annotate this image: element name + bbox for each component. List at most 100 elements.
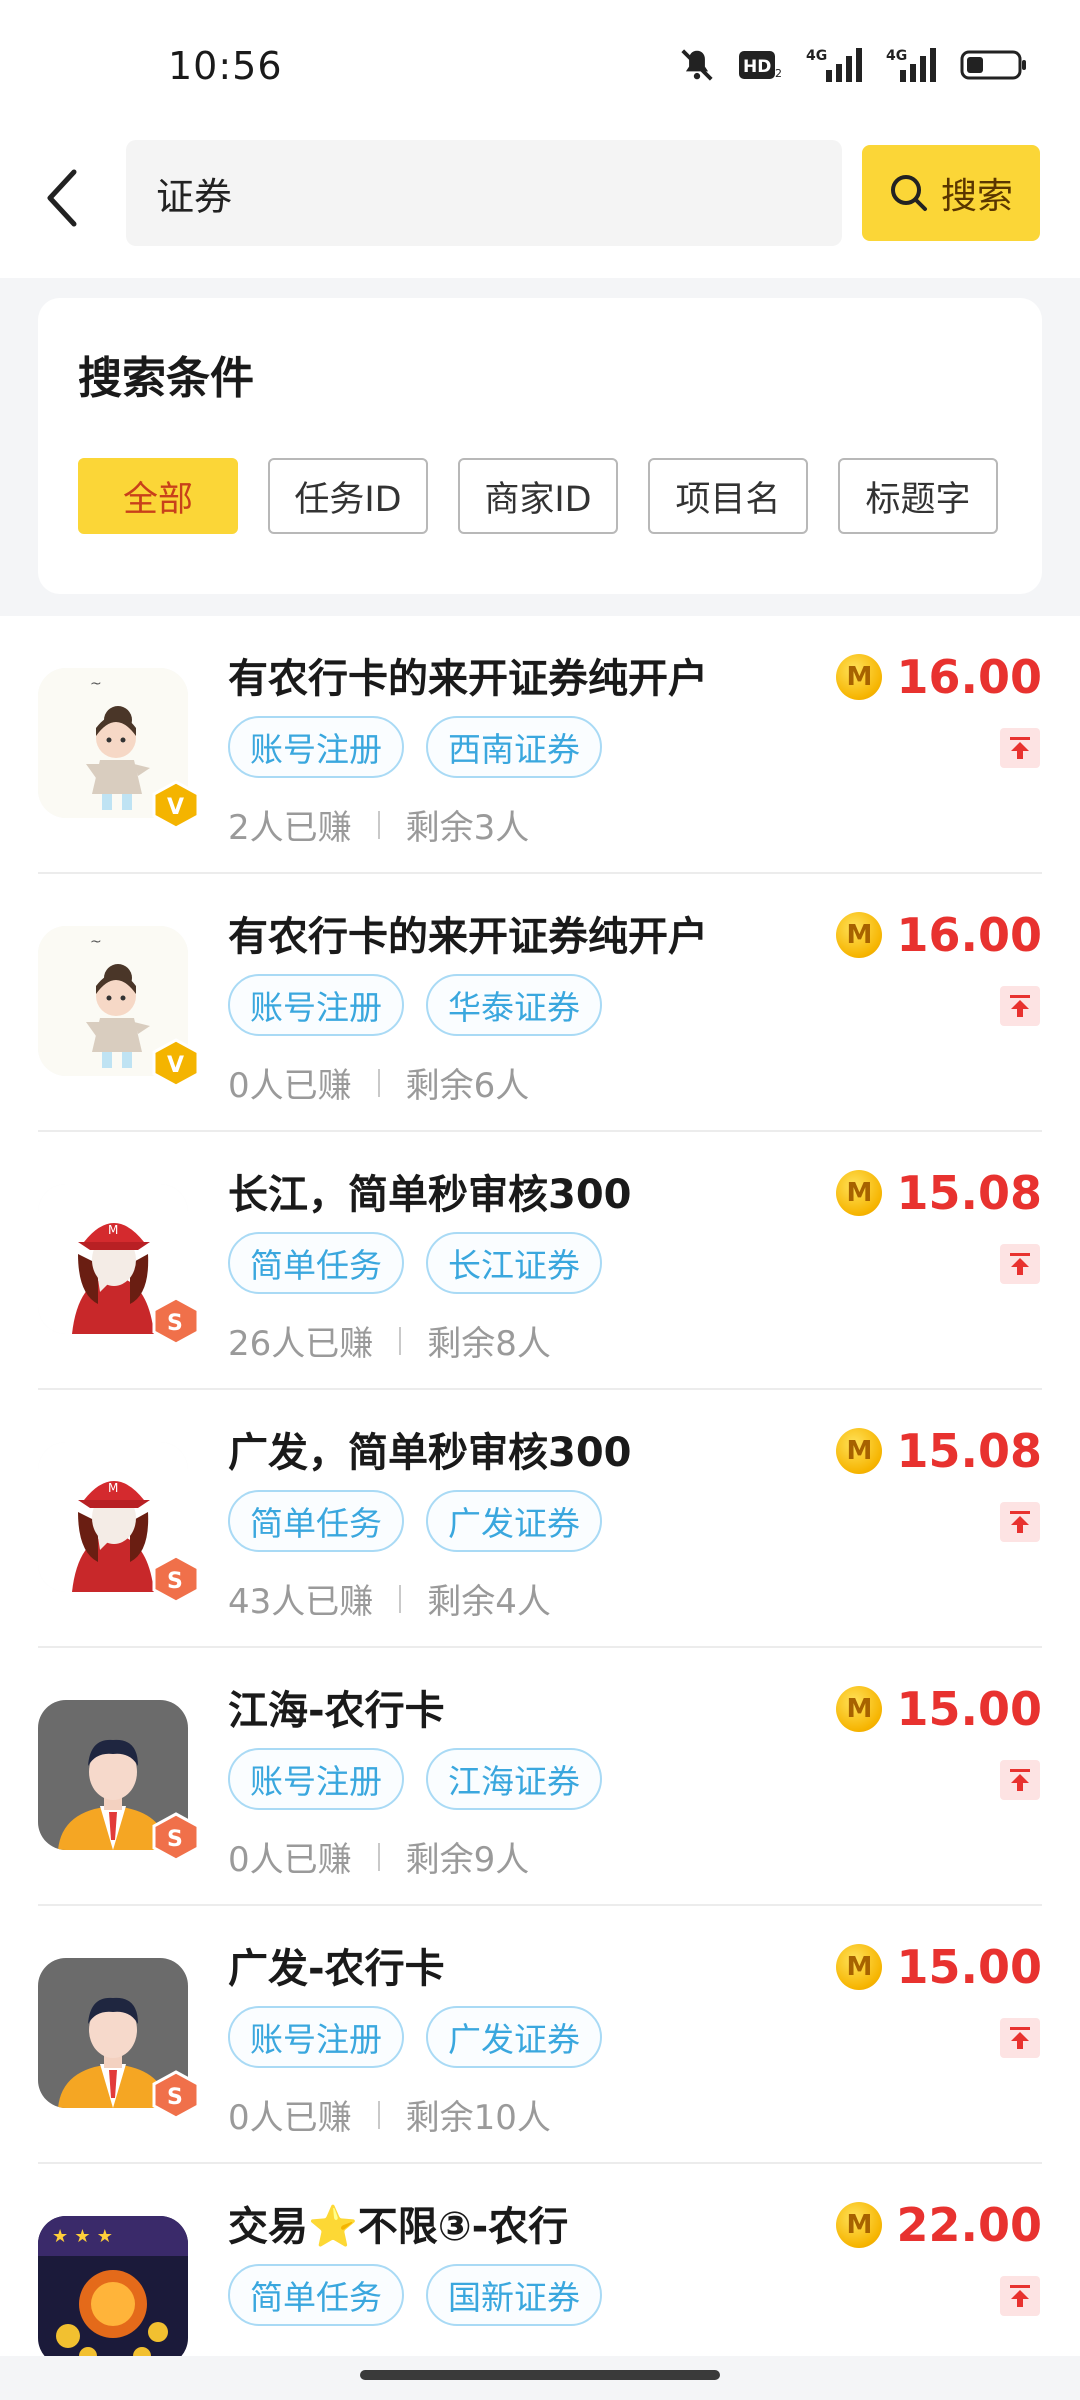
task-title: 有农行卡的来开证券纯开户 [228, 914, 708, 960]
remaining-count: 剩余6人 [405, 1066, 530, 1106]
level-badge-icon: S [150, 1296, 202, 1346]
task-list-item[interactable]: M S 广发，简单秒审核300 简单任务 广发证券 43人已赚 剩余4人 M 1… [38, 1390, 1042, 1648]
task-title: 长江，简单秒审核300 [228, 1172, 632, 1218]
task-reward: M 15.08 [836, 1166, 1042, 1220]
svg-text:4G: 4G [886, 48, 907, 64]
task-price: 15.00 [896, 1940, 1042, 1994]
battery-icon [960, 49, 1028, 81]
arrow-up-top-icon [1010, 1769, 1030, 1791]
coin-icon: M [836, 912, 883, 958]
remaining-count: 剩余9人 [405, 1840, 530, 1880]
pin-top-button[interactable] [1000, 2018, 1040, 2058]
status-bar: 10:56 HD 2 4G 4G [0, 0, 1080, 130]
task-list-item[interactable]: ★ ★ ★ 交易⭐不限③-农行 简单任务 国新证券 M 22.00 [38, 2164, 1042, 2356]
task-tag: 账号注册 [228, 1748, 404, 1810]
task-price: 16.00 [896, 908, 1042, 962]
svg-text:~: ~ [90, 676, 102, 692]
coin-icon: M [836, 1944, 883, 1990]
task-tag: 广发证券 [426, 2006, 602, 2068]
task-tags: 账号注册 华泰证券 [228, 974, 602, 1036]
level-badge-icon: S [150, 1554, 202, 1604]
filter-chip-project-name[interactable]: 项目名 [648, 458, 808, 534]
filter-chip-title-keyword[interactable]: 标题字 [838, 458, 998, 534]
task-tag: 江海证券 [426, 1748, 602, 1810]
svg-text:M: M [108, 1481, 118, 1495]
svg-text:M: M [108, 1223, 118, 1237]
pin-top-button[interactable] [1000, 1502, 1040, 1542]
home-indicator[interactable] [360, 2370, 720, 2380]
task-stats: 0人已赚 剩余9人 [228, 1832, 529, 1881]
task-price: 15.00 [896, 1682, 1042, 1736]
coin-icon: M [836, 654, 883, 700]
task-title: 江海-农行卡 [228, 1688, 445, 1734]
stats-divider [377, 1842, 380, 1871]
filter-chip-all[interactable]: 全部 [78, 458, 238, 534]
level-badge-icon: V [150, 780, 202, 830]
task-list-item[interactable]: M S 长江，简单秒审核300 简单任务 长江证券 26人已赚 剩余8人 M 1… [38, 1132, 1042, 1390]
task-list-item[interactable]: S 江海-农行卡 账号注册 江海证券 0人已赚 剩余9人 M 15.00 [38, 1648, 1042, 1906]
pin-top-button[interactable] [1000, 1244, 1040, 1284]
svg-text:~: ~ [90, 934, 102, 950]
remaining-count: 剩余8人 [427, 1324, 551, 1364]
task-title: 交易⭐不限③-农行 [228, 2204, 569, 2250]
task-list: ~ V 有农行卡的来开证券纯开户 账号注册 西南证券 2人已赚 剩余3人 M 1… [0, 616, 1080, 2356]
task-tag: 简单任务 [228, 1232, 404, 1294]
arrow-up-top-icon [1010, 737, 1030, 759]
back-button[interactable] [30, 158, 94, 238]
search-input[interactable] [154, 170, 842, 216]
svg-text:S: S [167, 1311, 183, 1336]
search-conditions-card: 搜索条件 全部 任务ID 商家ID 项目名 标题字 [38, 298, 1042, 594]
search-button[interactable]: 搜索 [862, 145, 1040, 241]
level-badge-icon: S [150, 1812, 202, 1862]
signal-4g-icon: 4G [804, 46, 864, 84]
task-stats: 43人已赚 剩余4人 [228, 1574, 551, 1623]
coin-icon: M [836, 1428, 883, 1474]
task-tag: 账号注册 [228, 716, 404, 778]
pin-top-button[interactable] [1000, 986, 1040, 1026]
filter-chips: 全部 任务ID 商家ID 项目名 标题字 [78, 458, 998, 534]
task-tag: 华泰证券 [426, 974, 602, 1036]
game-poster-avatar: ★ ★ ★ [38, 2216, 188, 2356]
earned-count: 0人已赚 [228, 1066, 352, 1106]
arrow-up-top-icon [1010, 2027, 1030, 2049]
task-stats: 0人已赚 剩余10人 [228, 2090, 551, 2139]
earned-count: 43人已赚 [228, 1582, 374, 1622]
pin-top-button[interactable] [1000, 728, 1040, 768]
search-box[interactable] [126, 140, 842, 246]
stats-divider [377, 1068, 380, 1097]
search-header: 搜索 [0, 130, 1080, 278]
task-title: 有农行卡的来开证券纯开户 [228, 656, 708, 702]
task-tag: 国新证券 [426, 2264, 602, 2326]
filter-chip-merchant-id[interactable]: 商家ID [458, 458, 618, 534]
status-time: 10:56 [168, 44, 283, 88]
task-reward: M 16.00 [836, 908, 1042, 962]
task-price: 15.08 [896, 1166, 1042, 1220]
svg-text:4G: 4G [806, 48, 827, 64]
remaining-count: 剩余10人 [405, 2098, 551, 2138]
svg-text:S: S [167, 2085, 183, 2110]
task-list-item[interactable]: ~ V 有农行卡的来开证券纯开户 账号注册 西南证券 2人已赚 剩余3人 M 1… [38, 616, 1042, 874]
task-tag: 简单任务 [228, 2264, 404, 2326]
search-icon [890, 175, 927, 211]
task-tag: 广发证券 [426, 1490, 602, 1552]
arrow-up-top-icon [1010, 1511, 1030, 1533]
task-price: 16.00 [896, 650, 1042, 704]
task-tags: 简单任务 广发证券 [228, 1490, 602, 1552]
task-price: 15.08 [896, 1424, 1042, 1478]
pin-top-button[interactable] [1000, 2276, 1040, 2316]
pin-top-button[interactable] [1000, 1760, 1040, 1800]
task-title: 广发，简单秒审核300 [228, 1430, 632, 1476]
task-stats: 0人已赚 剩余6人 [228, 1058, 529, 1107]
task-list-item[interactable]: ~ V 有农行卡的来开证券纯开户 账号注册 华泰证券 0人已赚 剩余6人 M 1… [38, 874, 1042, 1132]
earned-count: 26人已赚 [228, 1324, 374, 1364]
task-list-item[interactable]: S 广发-农行卡 账号注册 广发证券 0人已赚 剩余10人 M 15.00 [38, 1906, 1042, 2164]
filter-chip-task-id[interactable]: 任务ID [268, 458, 428, 534]
arrow-up-top-icon [1010, 2285, 1030, 2307]
remaining-count: 剩余3人 [405, 808, 530, 848]
filter-title: 搜索条件 [78, 353, 254, 404]
signal-4g-icon-2: 4G [886, 46, 938, 84]
status-icons: HD 2 4G 4G [678, 46, 1028, 84]
svg-text:HD: HD [743, 57, 771, 77]
svg-text:★ ★ ★: ★ ★ ★ [52, 2226, 113, 2247]
task-reward: M 15.08 [836, 1424, 1042, 1478]
